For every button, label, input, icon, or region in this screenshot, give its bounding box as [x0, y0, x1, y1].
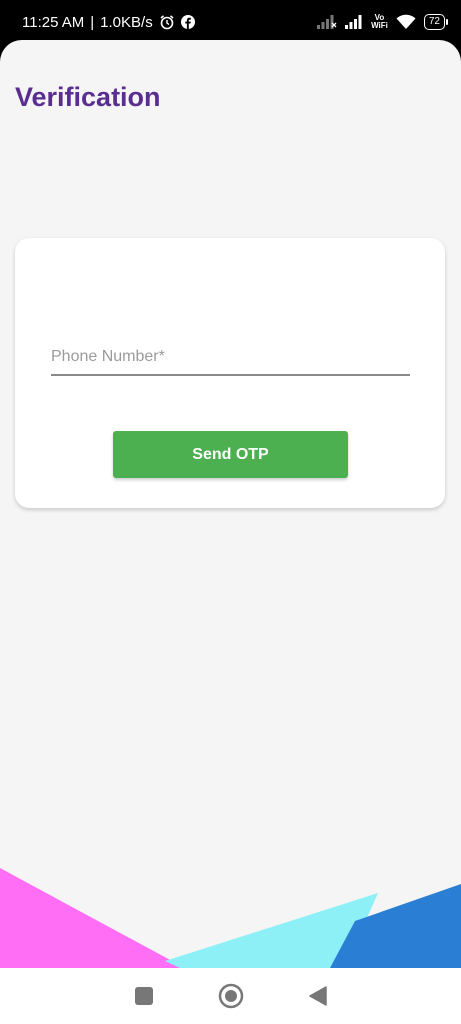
pink-triangle-shape	[0, 868, 185, 968]
vowifi-bottom: WiFi	[371, 21, 388, 30]
status-bar: 11:25 AM | 1.0KB/s Vo WiFi 72	[0, 0, 461, 44]
network-speed: 1.0KB/s	[100, 13, 153, 31]
signal-off-icon	[317, 15, 337, 29]
home-circle-icon[interactable]	[216, 981, 246, 1011]
decorative-background-shapes	[0, 868, 461, 968]
alarm-icon	[159, 14, 175, 30]
vowifi-indicator: Vo WiFi	[371, 14, 388, 30]
wifi-icon	[396, 14, 416, 30]
battery-icon: 72	[423, 14, 449, 30]
system-nav-bar	[0, 968, 461, 1024]
page-title: Verification	[15, 82, 161, 112]
signal-icon	[345, 15, 363, 29]
back-triangle-icon[interactable]	[303, 981, 333, 1011]
status-left: 11:25 AM | 1.0KB/s	[22, 14, 195, 31]
send-otp-button[interactable]: Send OTP	[113, 431, 348, 478]
status-time: 11:25 AM	[22, 13, 85, 31]
facebook-icon	[180, 15, 195, 29]
app-screen: Verification Send OTP	[0, 40, 461, 968]
verification-card: Send OTP	[15, 238, 445, 508]
recents-square-icon[interactable]	[129, 981, 159, 1011]
status-right: Vo WiFi 72	[317, 14, 449, 30]
phone-number-input[interactable]	[51, 340, 410, 376]
status-separator: |	[90, 13, 95, 31]
